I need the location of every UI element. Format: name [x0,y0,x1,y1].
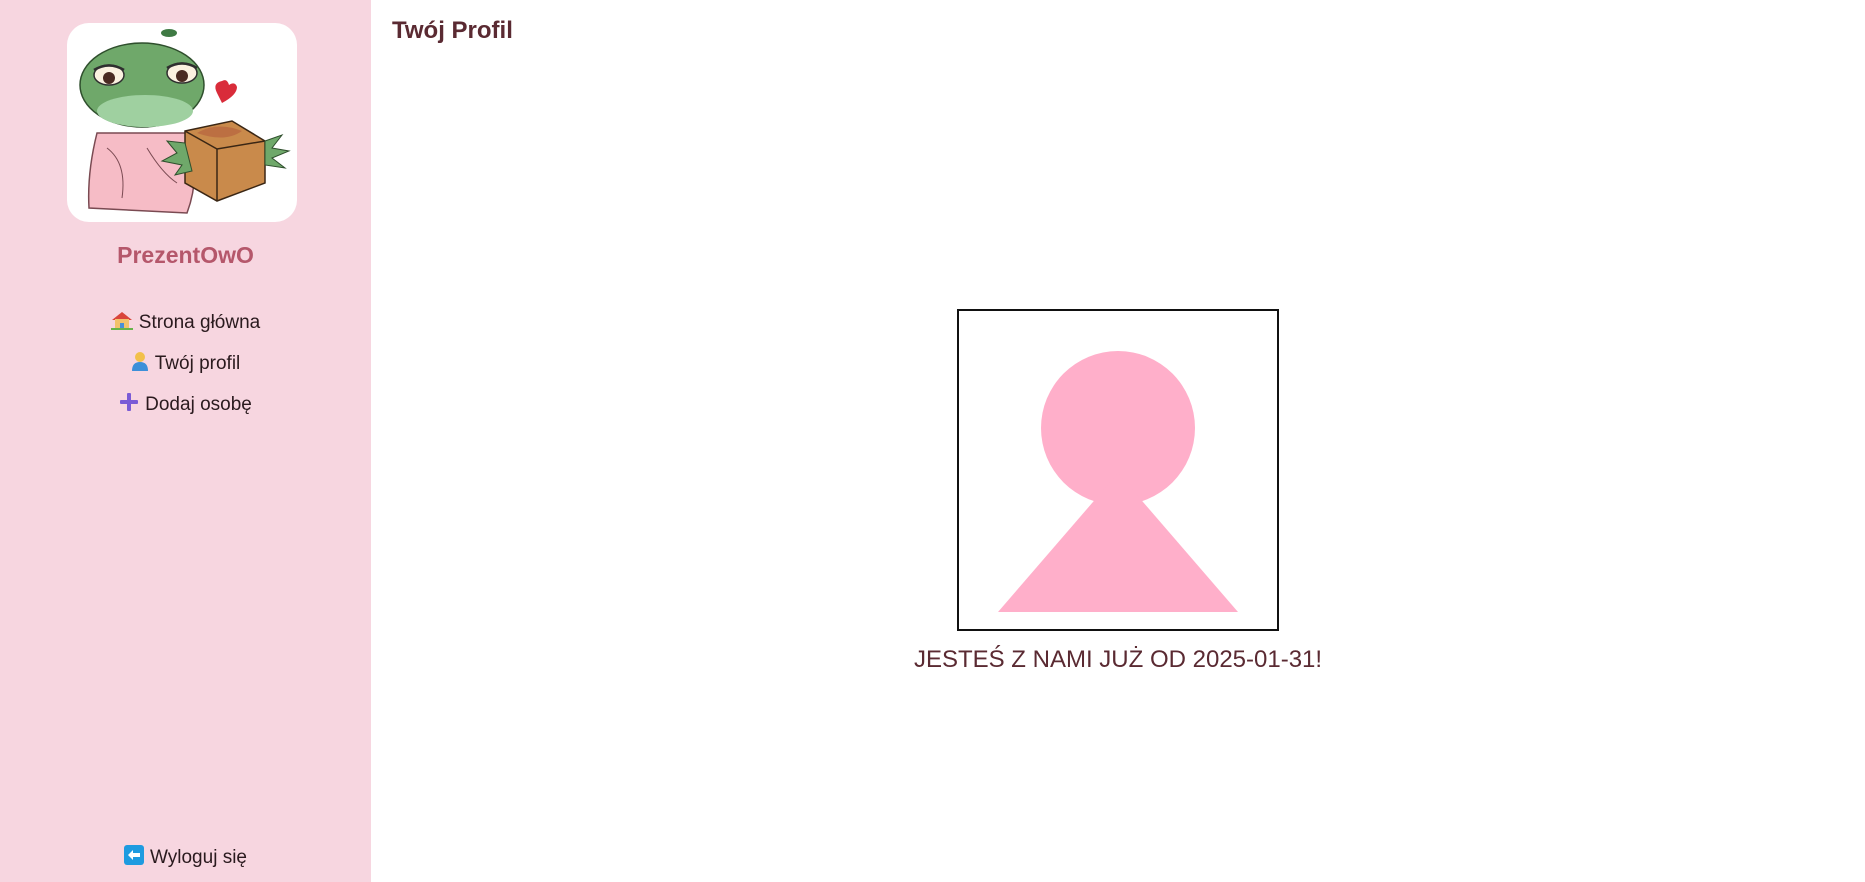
house-icon [110,310,133,336]
member-since-text: JESTEŚ Z NAMI JUŻ OD 2025-01-31! [913,646,1323,673]
frog-gift-logo-icon [79,29,291,214]
brand-name: PrezentOwO [117,242,254,268]
page-title: Twój Profil [392,17,513,44]
arrow-left-icon [124,845,144,871]
app-root: PrezentOwO Strona główna Twój profil Dod… [0,0,1865,882]
sidebar: PrezentOwO Strona główna Twój profil Dod… [0,0,371,882]
plus-icon [119,392,139,418]
nav-item-profile[interactable]: Twój profil [0,351,371,377]
logout-button[interactable]: Wyloguj się [0,845,371,871]
logout-label: Wyloguj się [150,847,247,868]
default-avatar-icon [998,351,1238,612]
nav-item-label: Strona główna [138,312,261,333]
person-icon [131,351,149,377]
nav-item-label: Twój profil [154,353,241,374]
nav-item-home[interactable]: Strona główna [0,310,371,336]
nav-item-add-person[interactable]: Dodaj osobę [0,392,371,418]
nav-item-label: Dodaj osobę [145,394,252,415]
app-logo[interactable] [67,23,297,222]
profile-avatar [957,309,1279,631]
